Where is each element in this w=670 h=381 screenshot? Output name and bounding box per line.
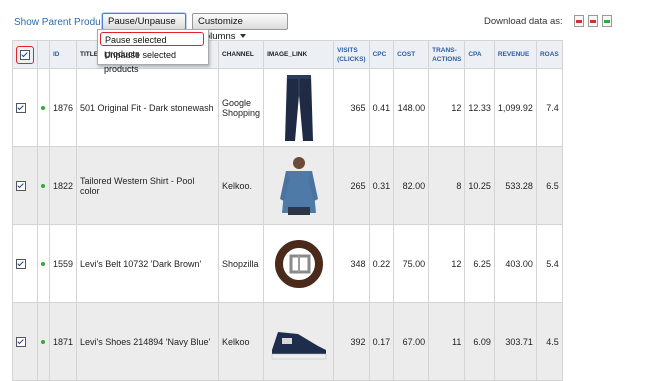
pause-unpause-label: Pause/Unpause bbox=[108, 16, 176, 27]
select-all-checkbox[interactable] bbox=[20, 49, 30, 60]
status-header bbox=[37, 40, 50, 69]
image-cell bbox=[263, 146, 335, 225]
image-cell bbox=[263, 302, 335, 381]
row-checkbox-cell bbox=[12, 224, 38, 303]
transactions-header[interactable]: TRANS- ACTIONS bbox=[428, 40, 466, 69]
row-checkbox-cell bbox=[12, 146, 38, 225]
shoes-image bbox=[271, 331, 326, 359]
cost-cell: 67.00 bbox=[393, 302, 430, 381]
visits-header[interactable]: VISITS (CLICKS) bbox=[333, 40, 370, 69]
channel-cell: Kelkoo bbox=[218, 302, 265, 381]
revenue-header[interactable]: REVENUE bbox=[493, 40, 537, 69]
title-cell: 501 Original Fit - Dark stonewash bbox=[76, 68, 220, 147]
download-pdf-icon[interactable] bbox=[574, 15, 584, 27]
pause-dropdown-menu: Pause selected products Unpause selected… bbox=[97, 29, 209, 74]
cpc-cell: 0.17 bbox=[368, 302, 395, 381]
table-row[interactable]: 1871 Levi's Shoes 214894 'Navy Blue' Kel… bbox=[12, 302, 563, 381]
channel-cell: Google Shopping bbox=[218, 68, 265, 147]
jeans-image bbox=[284, 74, 313, 141]
status-cell bbox=[37, 224, 50, 303]
table-header-row: ID TITLE CHANNEL IMAGE_LINK VISITS (CLIC… bbox=[12, 40, 563, 69]
image-cell bbox=[263, 68, 335, 147]
download-excel-icon[interactable] bbox=[602, 15, 612, 27]
cpa-cell: 12.33 bbox=[464, 68, 495, 147]
chevron-down-icon bbox=[239, 34, 246, 39]
row-checkbox-cell bbox=[12, 68, 38, 147]
select-all-cell bbox=[12, 40, 38, 69]
cpa-header[interactable]: CPA bbox=[464, 40, 495, 69]
title-cell: Levi's Shoes 214894 'Navy Blue' bbox=[76, 302, 220, 381]
row-checkbox[interactable] bbox=[16, 102, 26, 113]
transactions-cell: 8 bbox=[428, 146, 466, 225]
title-cell: Levi's Belt 10732 'Dark Brown' bbox=[76, 224, 220, 303]
transactions-cell: 12 bbox=[428, 224, 466, 303]
cpc-cell: 0.22 bbox=[368, 224, 395, 303]
select-all-highlight bbox=[16, 45, 34, 64]
cost-cell: 75.00 bbox=[393, 224, 430, 303]
status-dot-icon bbox=[41, 184, 45, 189]
visits-cell: 392 bbox=[333, 302, 370, 381]
id-cell: 1871 bbox=[48, 302, 78, 381]
products-table: ID TITLE CHANNEL IMAGE_LINK VISITS (CLIC… bbox=[12, 40, 563, 381]
image-link-header[interactable]: IMAGE_LINK bbox=[263, 40, 335, 69]
id-cell: 1559 bbox=[48, 224, 78, 303]
roas-cell: 4.5 bbox=[535, 302, 563, 381]
image-cell bbox=[263, 224, 335, 303]
cost-cell: 82.00 bbox=[393, 146, 430, 225]
status-cell bbox=[37, 146, 50, 225]
cpc-cell: 0.41 bbox=[368, 68, 395, 147]
status-dot-icon bbox=[41, 340, 45, 345]
id-cell: 1822 bbox=[48, 146, 78, 225]
download-label: Download data as: bbox=[484, 16, 563, 27]
customize-columns-dropdown[interactable]: Customize Columns bbox=[192, 13, 288, 42]
cpc-cell: 0.31 bbox=[368, 146, 395, 225]
table-row[interactable]: 1822 Tailored Western Shirt - Pool color… bbox=[12, 146, 563, 225]
status-dot-icon bbox=[41, 262, 45, 267]
revenue-cell: 533.28 bbox=[493, 146, 537, 225]
cpc-header[interactable]: CPC bbox=[368, 40, 395, 69]
transactions-cell: 12 bbox=[428, 68, 466, 147]
row-checkbox[interactable] bbox=[16, 258, 26, 269]
status-cell bbox=[37, 68, 50, 147]
roas-header[interactable]: ROAS bbox=[535, 40, 563, 69]
visits-cell: 365 bbox=[333, 68, 370, 147]
channel-header[interactable]: CHANNEL bbox=[218, 40, 265, 69]
transactions-cell: 11 bbox=[428, 302, 466, 381]
channel-cell: Kelkoo. bbox=[218, 146, 265, 225]
id-cell: 1876 bbox=[48, 68, 78, 147]
row-checkbox-cell bbox=[12, 302, 38, 381]
roas-cell: 7.4 bbox=[535, 68, 563, 147]
pause-unpause-dropdown[interactable]: Pause/Unpause bbox=[102, 13, 186, 39]
download-pdf-icon[interactable] bbox=[588, 15, 598, 27]
title-cell: Tailored Western Shirt - Pool color bbox=[76, 146, 220, 225]
cpa-cell: 6.25 bbox=[464, 224, 495, 303]
status-dot-icon bbox=[41, 106, 45, 111]
channel-cell: Shopzilla bbox=[218, 224, 265, 303]
menu-item-pause-selected[interactable]: Pause selected products bbox=[100, 32, 204, 59]
row-checkbox[interactable] bbox=[16, 336, 26, 347]
shirt-image bbox=[279, 156, 318, 215]
belt-image bbox=[274, 239, 323, 288]
roas-cell: 6.5 bbox=[535, 146, 563, 225]
cost-header[interactable]: COST bbox=[393, 40, 430, 69]
cost-cell: 148.00 bbox=[393, 68, 430, 147]
visits-cell: 265 bbox=[333, 146, 370, 225]
roas-cell: 5.4 bbox=[535, 224, 563, 303]
cpa-cell: 6.09 bbox=[464, 302, 495, 381]
revenue-cell: 303.71 bbox=[493, 302, 537, 381]
menu-item-unpause-selected[interactable]: Unpause selected products bbox=[98, 48, 208, 74]
table-row[interactable]: 1876 501 Original Fit - Dark stonewash G… bbox=[12, 68, 563, 147]
revenue-cell: 1,099.92 bbox=[493, 68, 537, 147]
revenue-cell: 403.00 bbox=[493, 224, 537, 303]
visits-cell: 348 bbox=[333, 224, 370, 303]
id-header[interactable]: ID bbox=[48, 40, 78, 69]
status-cell bbox=[37, 302, 50, 381]
table-row[interactable]: 1559 Levi's Belt 10732 'Dark Brown' Shop… bbox=[12, 224, 563, 303]
row-checkbox[interactable] bbox=[16, 180, 26, 191]
cpa-cell: 10.25 bbox=[464, 146, 495, 225]
show-parent-products-link[interactable]: Show Parent Products bbox=[14, 17, 114, 28]
